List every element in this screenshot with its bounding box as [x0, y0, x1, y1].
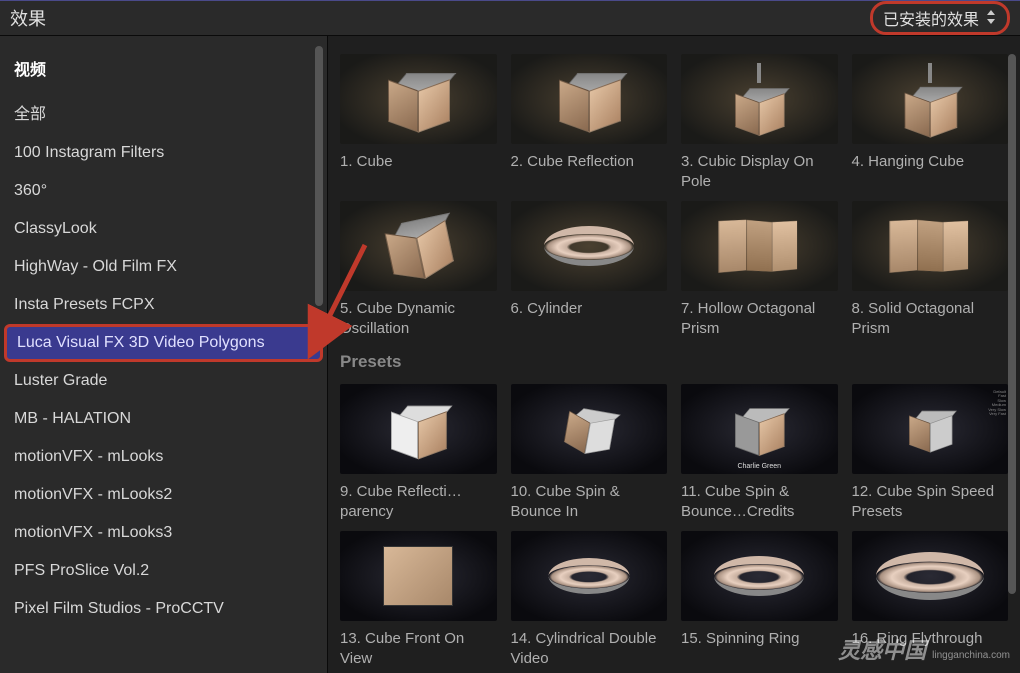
effects-sidebar: 视频 全部 100 Instagram Filters 360° ClassyL…	[0, 36, 328, 673]
preset-cube-reflection-transparency[interactable]: 9. Cube Reflecti…parency	[340, 384, 497, 521]
sidebar-item-all[interactable]: 全部	[0, 90, 327, 134]
effect-label: 9. Cube Reflecti…parency	[340, 482, 497, 521]
main-area: 视频 全部 100 Instagram Filters 360° ClassyL…	[0, 36, 1020, 673]
effect-label: 10. Cube Spin & Bounce In	[511, 482, 668, 521]
sidebar-scrollbar[interactable]	[315, 46, 323, 306]
thumbnail	[340, 54, 497, 144]
sidebar-item-instagram[interactable]: 100 Instagram Filters	[0, 134, 327, 172]
effect-label: 5. Cube Dynamic Oscillation	[340, 299, 497, 338]
effect-cube[interactable]: 1. Cube	[340, 54, 497, 191]
effect-hanging-cube[interactable]: 4. Hanging Cube	[852, 54, 1009, 191]
sidebar-heading-video: 视频	[0, 46, 327, 90]
preset-cube-spin-credits[interactable]: Charlie Green 11. Cube Spin & Bounce…Cre…	[681, 384, 838, 521]
effect-hollow-prism[interactable]: 7. Hollow Octagonal Prism	[681, 201, 838, 338]
effect-label: 4. Hanging Cube	[852, 152, 1009, 190]
thumbnail	[511, 54, 668, 144]
thumbnail	[340, 201, 497, 291]
effect-label: 16. Ring Flythrough	[852, 629, 1009, 667]
effect-label: 15. Spinning Ring	[681, 629, 838, 667]
thumbnail	[852, 54, 1009, 144]
sidebar-item-insta[interactable]: Insta Presets FCPX	[0, 286, 327, 324]
effect-cylinder[interactable]: 6. Cylinder	[511, 201, 668, 338]
effect-label: 6. Cylinder	[511, 299, 668, 337]
effect-label: 12. Cube Spin Speed Presets	[852, 482, 1009, 521]
preset-cube-spin-speed[interactable]: DefaultFastSlowMediumVery SlowVery Fast …	[852, 384, 1009, 521]
sidebar-item-classylook[interactable]: ClassyLook	[0, 210, 327, 248]
thumbnail	[681, 54, 838, 144]
thumbnail: Charlie Green	[681, 384, 838, 474]
dropdown-label: 已安装的效果	[883, 6, 979, 30]
content-scrollbar[interactable]	[1008, 54, 1016, 594]
preset-cylindrical-double[interactable]: 14. Cylindrical Double Video	[511, 531, 668, 668]
thumbnail	[681, 531, 838, 621]
installed-effects-dropdown[interactable]: 已安装的效果	[870, 1, 1010, 35]
credit-text: Charlie Green	[737, 463, 781, 470]
sidebar-item-luca-3d-polygons[interactable]: Luca Visual FX 3D Video Polygons	[4, 324, 323, 362]
effect-label: 3. Cubic Display On Pole	[681, 152, 838, 191]
sidebar-item-mlooks3[interactable]: motionVFX - mLooks3	[0, 514, 327, 552]
sidebar-item-luster[interactable]: Luster Grade	[0, 362, 327, 400]
preset-spinning-ring[interactable]: 15. Spinning Ring	[681, 531, 838, 668]
sidebar-item-360[interactable]: 360°	[0, 172, 327, 210]
sidebar-item-procctv[interactable]: Pixel Film Studios - ProCCTV	[0, 590, 327, 628]
thumbnail	[511, 531, 668, 621]
sidebar-item-mlooks[interactable]: motionVFX - mLooks	[0, 438, 327, 476]
preset-cube-spin-bounce[interactable]: 10. Cube Spin & Bounce In	[511, 384, 668, 521]
effect-cube-reflection[interactable]: 2. Cube Reflection	[511, 54, 668, 191]
effect-label: 14. Cylindrical Double Video	[511, 629, 668, 668]
effects-grid-panel: 1. Cube 2. Cube Reflection 3. Cubic Disp…	[328, 36, 1020, 673]
effect-cube-dynamic[interactable]: 5. Cube Dynamic Oscillation	[340, 201, 497, 338]
effect-label: 1. Cube	[340, 152, 497, 190]
thumbnail	[852, 531, 1009, 621]
sidebar-item-proslice[interactable]: PFS ProSlice Vol.2	[0, 552, 327, 590]
effect-cubic-display-pole[interactable]: 3. Cubic Display On Pole	[681, 54, 838, 191]
preset-ring-flythrough[interactable]: 16. Ring Flythrough	[852, 531, 1009, 668]
thumbnail	[681, 201, 838, 291]
thumbnail	[852, 201, 1009, 291]
preset-cube-front-view[interactable]: 13. Cube Front On View	[340, 531, 497, 668]
sidebar-item-halation[interactable]: MB - HALATION	[0, 400, 327, 438]
effect-label: 7. Hollow Octagonal Prism	[681, 299, 838, 338]
header-bar: 效果 已安装的效果	[0, 0, 1020, 36]
thumbnail: DefaultFastSlowMediumVery SlowVery Fast	[852, 384, 1009, 474]
speed-list-icon: DefaultFastSlowMediumVery SlowVery Fast	[988, 390, 1006, 416]
effect-label: 11. Cube Spin & Bounce…Credits	[681, 482, 838, 521]
effect-solid-prism[interactable]: 8. Solid Octagonal Prism	[852, 201, 1009, 338]
chevron-updown-icon	[985, 10, 997, 27]
sidebar-item-mlooks2[interactable]: motionVFX - mLooks2	[0, 476, 327, 514]
presets-section-title: Presets	[340, 348, 1008, 374]
thumbnail	[511, 201, 668, 291]
thumbnail	[340, 384, 497, 474]
thumbnail	[340, 531, 497, 621]
sidebar-item-highway[interactable]: HighWay - Old Film FX	[0, 248, 327, 286]
effect-label: 8. Solid Octagonal Prism	[852, 299, 1009, 338]
thumbnail	[511, 384, 668, 474]
header-title: 效果	[10, 5, 46, 31]
effect-label: 2. Cube Reflection	[511, 152, 668, 190]
effect-label: 13. Cube Front On View	[340, 629, 497, 668]
